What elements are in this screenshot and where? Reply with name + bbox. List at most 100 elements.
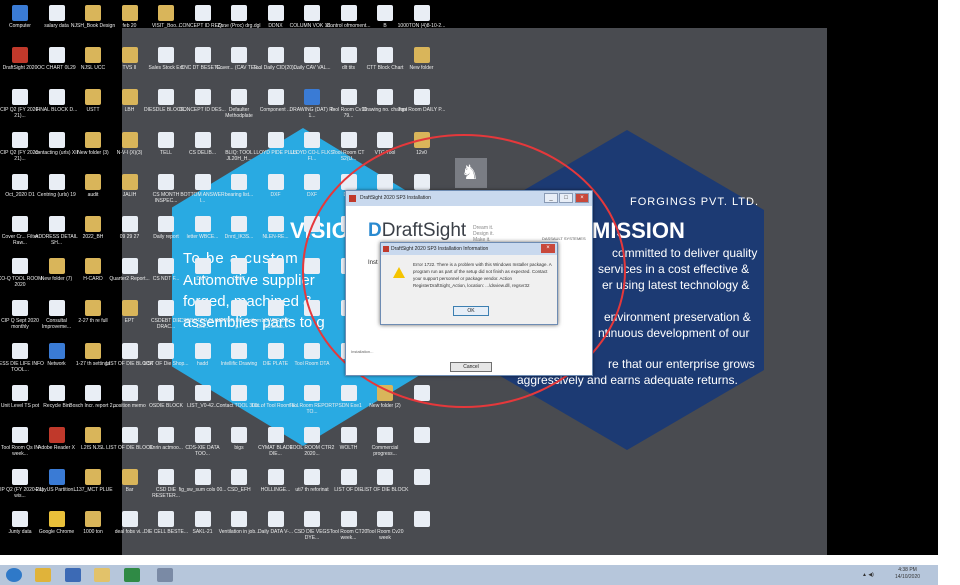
desktop-icon[interactable]: Network — [37, 340, 77, 380]
desktop-icon[interactable]: hadd — [183, 340, 223, 380]
desktop-icon[interactable]: uti7 th reforinat — [292, 466, 332, 506]
desktop-icon[interactable]: DWG — [219, 255, 259, 295]
desktop-icon[interactable]: 1-27 th settings — [73, 340, 113, 380]
desktop-icon[interactable]: DraftSight 2020 — [0, 44, 40, 84]
desktop-icon[interactable]: TOOL ROOM CTR2 2020... — [290, 424, 334, 464]
desktop-icon[interactable]: USTT — [73, 86, 113, 126]
desktop-icon[interactable]: EPT — [110, 297, 150, 337]
desktop-icon[interactable]: dlt tits — [329, 44, 369, 84]
desktop-icon[interactable]: EasyUS Partition... — [36, 466, 77, 506]
desktop-icon[interactable]: CS MONTH INSPEC... — [146, 171, 186, 211]
desktop-icon[interactable]: Tool Daily CID(20)... — [253, 44, 298, 84]
desktop-icon[interactable]: DIESDLE BLOCK... — [144, 86, 188, 126]
desktop-icon[interactable]: Adobe Reader X — [37, 424, 77, 464]
desktop-icon[interactable]: TELL — [146, 129, 186, 169]
desktop-icon[interactable]: NJSL UCC — [73, 44, 113, 84]
desktop-icon[interactable]: CTT Block Chart — [365, 44, 405, 84]
desktop-icon[interactable]: VISIT_Boo... — [146, 2, 186, 42]
desktop-icon[interactable]: Daily DATA V-... — [256, 508, 296, 548]
desktop-icon[interactable]: Tool Room Qs IN week... — [0, 424, 40, 464]
desktop-icon[interactable]: New folder — [402, 44, 442, 84]
desktop-icon[interactable]: Drawing no. change — [363, 86, 407, 126]
desktop-icon[interactable]: CONCEPT ID REQ... — [179, 2, 226, 42]
desktop-icon[interactable]: Intellific Drawing — [219, 340, 259, 380]
desktop-icon[interactable]: Bosch Incr. report 2... — [69, 382, 117, 422]
desktop-icon[interactable]: Tool Room CT S2(U... — [329, 129, 369, 169]
maximize-button[interactable]: □ — [559, 193, 573, 203]
system-tray[interactable]: ▲ ◀) — [862, 572, 874, 578]
desktop-icon[interactable] — [402, 382, 442, 422]
error-dialog-titlebar[interactable]: DraftSight 2020 SP3 Installation Informa… — [381, 243, 557, 255]
taskbar-excel-icon[interactable] — [124, 568, 140, 582]
cancel-button[interactable]: Cancel — [450, 362, 492, 372]
desktop-icon[interactable]: CSD DIE VEGS DYE... — [292, 508, 332, 548]
desktop-icon[interactable]: NLEN-RE... — [256, 213, 296, 253]
desktop-icon[interactable]: 09 29 27 — [110, 213, 150, 253]
desktop-icon[interactable] — [256, 255, 296, 295]
desktop-icon[interactable]: OSDIE BLOCK — [146, 382, 186, 422]
desktop-icon[interactable]: Tool Room Cv10 79... — [329, 86, 369, 126]
desktop-icon[interactable] — [292, 297, 332, 337]
desktop-icon[interactable]: Control ofmoment... — [327, 2, 370, 42]
desktop-icon[interactable]: Consultal Improveme... — [37, 297, 77, 337]
desktop-icon[interactable]: Recycle Bin — [37, 382, 77, 422]
desktop-icon[interactable]: LESS DIE LIFE INFO TOOL... — [0, 340, 44, 380]
desktop-icon[interactable]: CSD_EFH — [219, 466, 259, 506]
desktop-icon[interactable]: SAKL-21 — [183, 508, 223, 548]
desktop-icon[interactable]: deal fobs vi... — [110, 508, 150, 548]
desktop-icon[interactable]: LIST OF DIE BLOCK — [106, 424, 153, 464]
desktop-icon[interactable] — [402, 424, 442, 464]
error-dialog[interactable]: DraftSight 2020 SP3 Installation Informa… — [380, 242, 558, 325]
desktop-icon[interactable]: FINAL BLOCK D... — [36, 86, 77, 126]
desktop-icon[interactable]: Tool Room DTA — [292, 340, 332, 380]
desktop-icon[interactable]: Defaulter Methodplate — [219, 86, 259, 126]
desktop-icon[interactable]: LBH — [110, 86, 150, 126]
desktop-icon[interactable]: Sales Stock Ext — [146, 44, 186, 84]
desktop-icon[interactable]: CDS-XIE DATA TOO... — [183, 424, 223, 464]
desktop-icon[interactable]: HOLLINGE... — [256, 466, 296, 506]
desktop-icon[interactable]: B — [365, 2, 405, 42]
desktop-icon[interactable]: Ventilation in job... — [219, 508, 259, 548]
desktop-icon[interactable]: Daily CAV VAL... — [292, 44, 332, 84]
desktop-icon[interactable]: Centring (urls) 19 — [37, 171, 77, 211]
desktop-icon[interactable]: CYMAT BLADE DIE... — [256, 424, 296, 464]
desktop-icon[interactable]: letter WBCE... — [183, 213, 223, 253]
desktop-icon[interactable]: Unit Level TS pot — [0, 382, 40, 422]
desktop-icon[interactable]: BLIQ: TOOL JL20H_H... — [219, 129, 259, 169]
desktop-icon[interactable]: 12v0 — [402, 129, 442, 169]
desktop-icon[interactable]: LIST OF DIE — [329, 466, 369, 506]
desktop-icon[interactable]: DWG — [183, 255, 223, 295]
taskbar-word-icon[interactable] — [65, 568, 81, 582]
desktop-icon[interactable]: Google Chrome — [37, 508, 77, 548]
desktop-icon[interactable]: CIP Q2 (FY 2020-21)... — [0, 86, 40, 126]
desktop-icon[interactable]: fig_sw_sum cols 00... — [179, 466, 226, 506]
desktop-icon[interactable]: JALIH — [110, 171, 150, 211]
desktop-icon[interactable]: 1000TON (4)8-10-2... — [398, 2, 445, 42]
desktop-icon[interactable]: COLUMN VOK 18... — [290, 2, 334, 42]
desktop-icon[interactable]: 1000 ton — [73, 508, 113, 548]
installer-titlebar[interactable]: DraftSight 2020 SP3 Installation _ □ × — [346, 191, 592, 206]
desktop-icon[interactable]: Junty data — [0, 508, 40, 548]
desktop-icon[interactable]: Commercial progress... — [365, 424, 405, 464]
desktop-icon[interactable]: DIE CELL BESTE... — [144, 508, 188, 548]
desktop-icon[interactable]: position memo — [110, 382, 150, 422]
desktop-icon[interactable]: CS DELIB... — [183, 129, 223, 169]
desktop-icon[interactable]: 2022_BH — [73, 213, 113, 253]
desktop-icon[interactable] — [402, 508, 442, 548]
desktop-icon[interactable]: TVS II — [110, 44, 150, 84]
taskbar-start-button-icon[interactable] — [6, 568, 22, 582]
close-button[interactable]: × — [575, 193, 589, 203]
desktop-icon[interactable]: BOTTOM ANSWER I... — [180, 171, 225, 211]
desktop-icon[interactable]: L137_MCT PLUE — [73, 466, 113, 506]
desktop-icon[interactable]: CSDBOTTO BLOCK DR... — [179, 297, 226, 337]
desktop-icon[interactable]: 2-27 th re full — [73, 297, 113, 337]
desktop-icon[interactable]: Tool Room Cv20 week — [365, 508, 405, 548]
desktop-icon[interactable]: LIST_V0-42... — [183, 382, 223, 422]
desktop-icon[interactable]: audit — [73, 171, 113, 211]
ok-button[interactable]: OK — [453, 306, 489, 316]
desktop-icon[interactable]: DRAWING (DAT) R-1... — [290, 86, 335, 126]
desktop-icon[interactable]: PSDN Exe1 — [329, 382, 369, 422]
desktop-icon[interactable] — [402, 466, 442, 506]
taskbar-chrome-icon[interactable] — [35, 568, 51, 582]
desktop-icon[interactable]: bigs — [219, 424, 259, 464]
